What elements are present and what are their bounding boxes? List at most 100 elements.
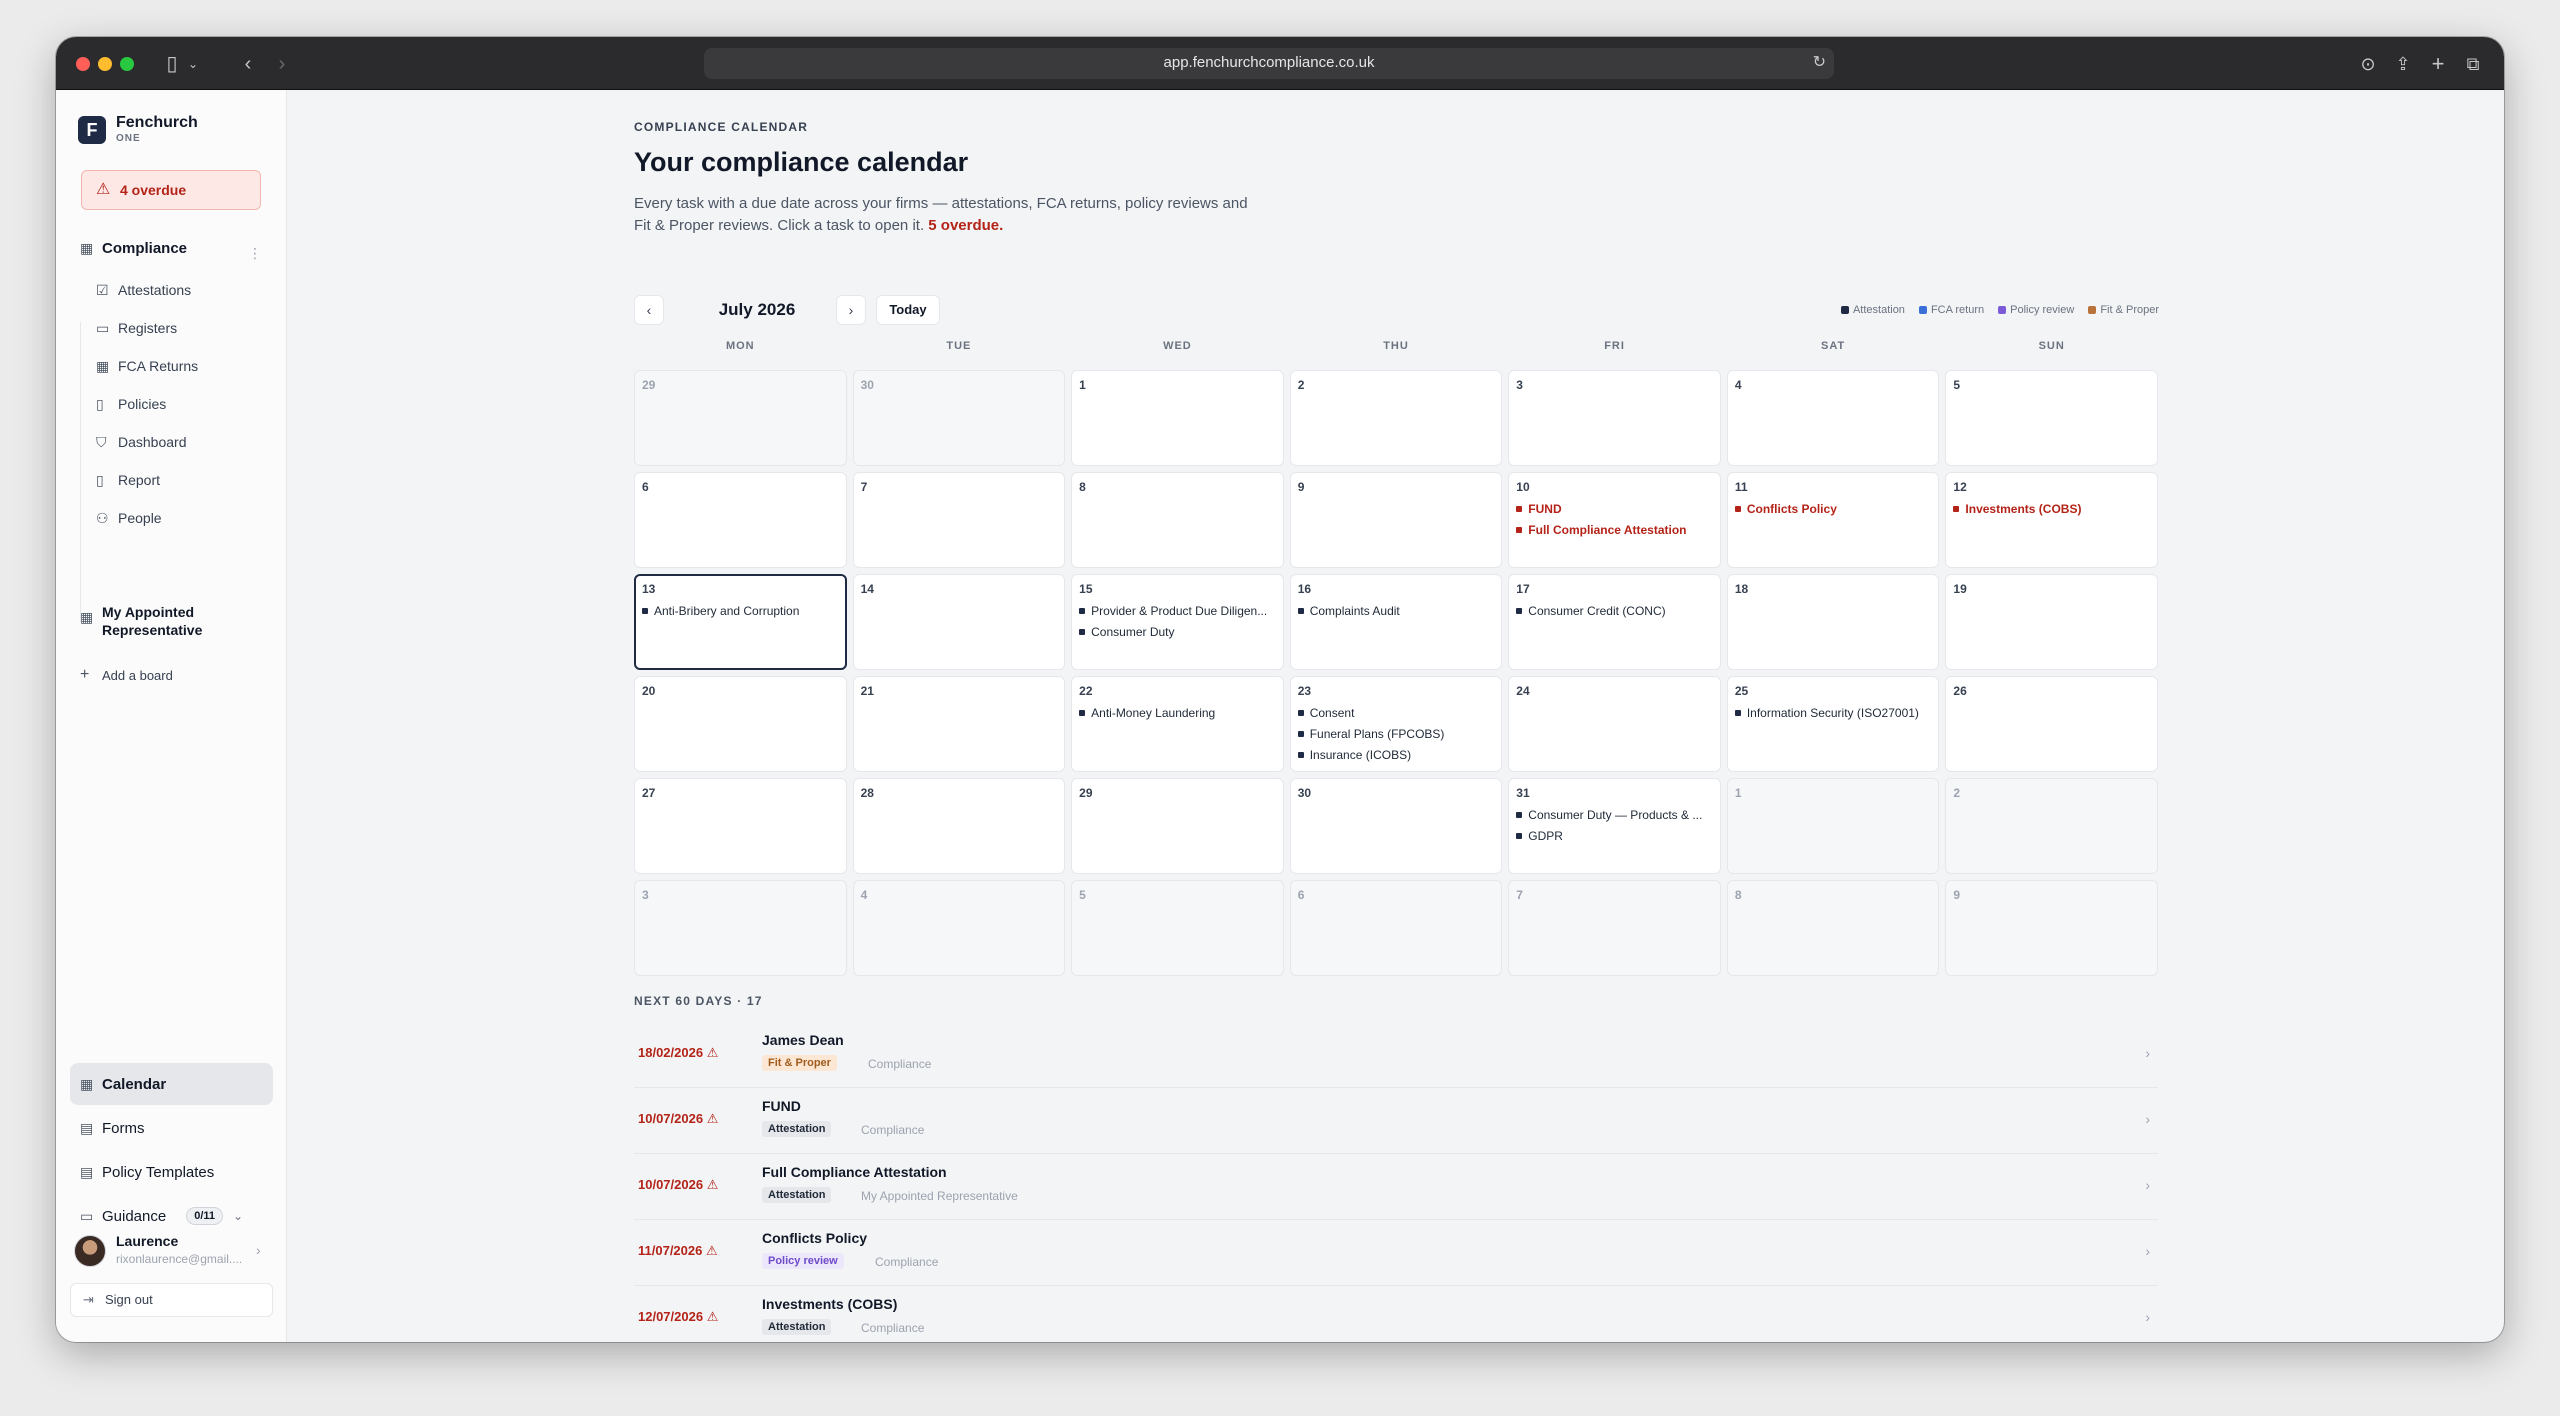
calendar-event[interactable]: GDPR: [1516, 827, 1713, 848]
calendar-day[interactable]: 26: [1945, 676, 2158, 772]
calendar-day[interactable]: 9: [1945, 880, 2158, 976]
calendar-event[interactable]: Full Compliance Attestation: [1516, 521, 1713, 542]
address-bar[interactable]: app.fenchurchcompliance.co.uk ↻: [704, 48, 1834, 79]
sidebar-item-registers[interactable]: ▭ Registers: [96, 313, 177, 343]
sidebar-toggle-icon[interactable]: ▯: [160, 52, 184, 76]
calendar-day[interactable]: 14: [852, 574, 1066, 670]
chevron-down-icon[interactable]: ⌄: [186, 52, 200, 76]
calendar-day[interactable]: 7: [1508, 880, 1721, 976]
sidebar-item-people[interactable]: ⚇ People: [96, 503, 162, 533]
forward-icon[interactable]: ›: [270, 52, 294, 76]
calendar-day[interactable]: 16 Complaints Audit: [1289, 574, 1503, 670]
upcoming-row[interactable]: 12/07/2026 ⚠ Investments (COBS) Attestatio…: [634, 1286, 2158, 1342]
upcoming-row[interactable]: 10/07/2026 ⚠ FUND Attestation Compliance ›: [634, 1088, 2158, 1154]
calendar-event[interactable]: Consumer Duty: [1079, 623, 1276, 644]
add-board-button[interactable]: + Add a board: [80, 660, 173, 690]
calendar-event[interactable]: Consent: [1297, 704, 1495, 725]
day-number: 16: [1297, 582, 1312, 596]
sidebar-item-attestations[interactable]: ☑ Attestations: [96, 275, 191, 305]
calendar-day[interactable]: 28: [852, 778, 1066, 874]
calendar-day[interactable]: 2: [1945, 778, 2158, 874]
reload-icon[interactable]: ↻: [1813, 52, 1826, 72]
overdue-alert-button[interactable]: ⚠ 4 overdue: [81, 170, 261, 210]
back-icon[interactable]: ‹: [236, 52, 260, 76]
calendar-day[interactable]: 12 Investments (COBS): [1945, 472, 2158, 568]
sidebar-item-fca-returns[interactable]: ▦ FCA Returns: [96, 351, 198, 381]
calendar-day[interactable]: 25 Information Security (ISO27001): [1726, 676, 1940, 772]
calendar-event[interactable]: Anti-Bribery and Corruption: [642, 602, 839, 623]
task-board: Compliance: [875, 1255, 939, 1269]
nav-policy-templates[interactable]: ▤ Policy Templates: [80, 1157, 214, 1187]
upcoming-row[interactable]: 18/02/2026 ⚠ James Dean Fit & Proper Compli…: [634, 1022, 2158, 1088]
calendar-day[interactable]: 6: [1289, 880, 1503, 976]
calendar-event[interactable]: Anti-Money Laundering: [1079, 704, 1276, 725]
calendar-day[interactable]: 31 Consumer Duty — Products & ... GDPR: [1508, 778, 1721, 874]
calendar-event[interactable]: Information Security (ISO27001): [1734, 704, 1932, 725]
calendar-event[interactable]: Consumer Duty — Products & ...: [1516, 806, 1713, 827]
calendar-day[interactable]: 17 Consumer Credit (CONC): [1508, 574, 1721, 670]
sidebar-item-policies[interactable]: ▯ Policies: [96, 389, 166, 419]
calendar-event[interactable]: Consumer Credit (CONC): [1516, 602, 1713, 623]
upcoming-row[interactable]: 11/07/2026 ⚠ Conflicts Policy Policy revie…: [634, 1220, 2158, 1286]
new-tab-icon[interactable]: +: [2426, 52, 2450, 76]
today-button[interactable]: Today: [876, 295, 940, 325]
nav-calendar[interactable]: ▦ Calendar: [80, 1069, 166, 1099]
tab-overview-icon[interactable]: ⧉: [2461, 52, 2485, 76]
calendar-day[interactable]: 3: [634, 880, 847, 976]
calendar-day[interactable]: 8: [1726, 880, 1940, 976]
calendar-day[interactable]: 10 FUND Full Compliance Attestation: [1508, 472, 1721, 568]
sidebar-item-dashboard[interactable]: ⛉ Dashboard: [96, 427, 187, 457]
calendar-day[interactable]: 30: [852, 370, 1066, 466]
next-month-button[interactable]: ›: [836, 295, 866, 325]
downloads-icon[interactable]: ⊙: [2356, 52, 2380, 76]
close-window-button[interactable]: [76, 57, 90, 71]
calendar-day[interactable]: 19: [1945, 574, 2158, 670]
minimize-window-button[interactable]: [98, 57, 112, 71]
sidebar-board-compliance[interactable]: ▦ Compliance: [80, 233, 187, 263]
calendar-event[interactable]: Funeral Plans (FPCOBS): [1297, 725, 1495, 746]
nav-forms[interactable]: ▤ Forms: [80, 1113, 145, 1143]
sign-out-button[interactable]: ⇥ Sign out: [70, 1283, 273, 1317]
calendar-day[interactable]: 23 Consent Funeral Plans (FPCOBS) Insurance…: [1289, 676, 1503, 772]
calendar-day[interactable]: 1: [1071, 370, 1284, 466]
calendar-day[interactable]: 4: [1726, 370, 1940, 466]
calendar-day[interactable]: 8: [1071, 472, 1284, 568]
calendar-event[interactable]: Conflicts Policy: [1734, 500, 1932, 521]
sidebar-board-appointed-representative[interactable]: ▦ My Appointed Representative: [80, 603, 260, 643]
calendar-day[interactable]: 5: [1071, 880, 1284, 976]
calendar-day[interactable]: 7: [852, 472, 1066, 568]
calendar-event[interactable]: Complaints Audit: [1297, 602, 1495, 623]
zoom-window-button[interactable]: [120, 57, 134, 71]
calendar-day[interactable]: 18: [1726, 574, 1940, 670]
calendar-day[interactable]: 21: [852, 676, 1066, 772]
calendar-day[interactable]: 24: [1508, 676, 1721, 772]
sidebar-item-report[interactable]: ▯ Report: [96, 465, 160, 495]
calendar-day[interactable]: 11 Conflicts Policy: [1726, 472, 1940, 568]
calendar-day[interactable]: 15 Provider & Product Due Diligen... Consu…: [1071, 574, 1284, 670]
calendar-day[interactable]: 5: [1945, 370, 2158, 466]
calendar-day-today[interactable]: 13 Anti-Bribery and Corruption: [634, 574, 847, 670]
calendar-day[interactable]: 4: [852, 880, 1066, 976]
chevron-right-icon[interactable]: ›: [256, 1242, 261, 1258]
chevron-down-icon[interactable]: ⌄: [233, 1209, 243, 1223]
previous-month-button[interactable]: ‹: [634, 295, 664, 325]
calendar-day[interactable]: 6: [634, 472, 847, 568]
calendar-day[interactable]: 29: [1071, 778, 1284, 874]
calendar-event[interactable]: Investments (COBS): [1953, 500, 2150, 521]
share-icon[interactable]: ⇪: [2391, 52, 2415, 76]
board-menu-icon[interactable]: ⋮: [248, 245, 262, 262]
nav-guidance[interactable]: ▭ Guidance 0/11 ⌄: [80, 1201, 270, 1231]
calendar-day[interactable]: 3: [1508, 370, 1721, 466]
calendar-day[interactable]: 20: [634, 676, 847, 772]
calendar-event[interactable]: Provider & Product Due Diligen...: [1079, 602, 1276, 623]
calendar-day[interactable]: 30: [1289, 778, 1503, 874]
calendar-day[interactable]: 27: [634, 778, 847, 874]
calendar-event[interactable]: FUND: [1516, 500, 1713, 521]
calendar-day[interactable]: 29: [634, 370, 847, 466]
calendar-day[interactable]: 2: [1289, 370, 1503, 466]
calendar-day[interactable]: 9: [1289, 472, 1503, 568]
calendar-event[interactable]: Insurance (ICOBS): [1297, 746, 1495, 767]
calendar-day[interactable]: 22 Anti-Money Laundering: [1071, 676, 1284, 772]
calendar-day[interactable]: 1: [1726, 778, 1940, 874]
upcoming-row[interactable]: 10/07/2026 ⚠ Full Compliance Attestation A…: [634, 1154, 2158, 1220]
